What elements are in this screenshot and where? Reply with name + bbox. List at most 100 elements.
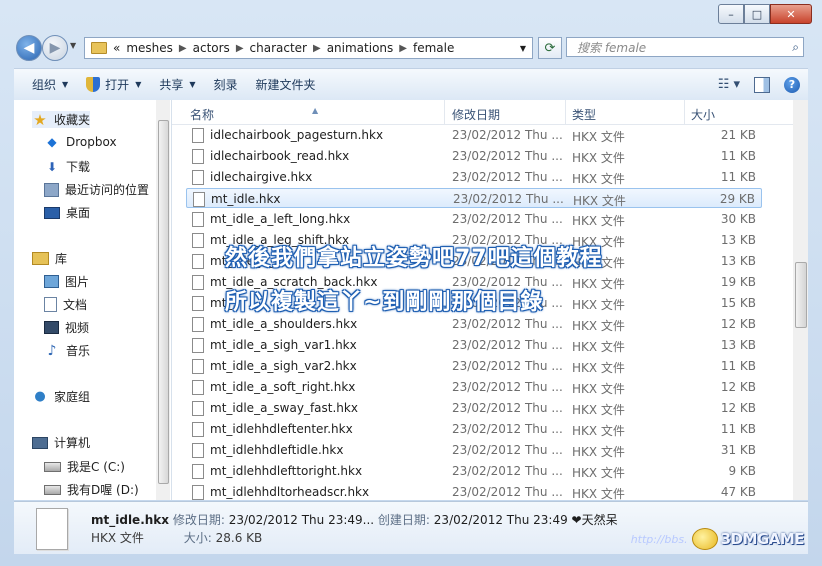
file-row[interactable]: mt_idle_a_sigh_var2.hkx 23/02/2012 Thu ..… xyxy=(186,356,762,376)
breadcrumb-actors[interactable]: actors xyxy=(193,41,230,55)
nav-libraries[interactable]: 库 xyxy=(32,250,67,267)
breadcrumb-character[interactable]: character xyxy=(250,41,307,55)
drive-icon xyxy=(44,461,61,472)
file-row[interactable]: idlechairgive.hkx 23/02/2012 Thu ... HKX 文… xyxy=(186,167,762,187)
file-type: HKX 文件 xyxy=(572,172,625,186)
breadcrumb-female[interactable]: female xyxy=(413,41,454,55)
maximize-button[interactable]: □ xyxy=(744,4,770,24)
address-bar[interactable]: « meshes ▶ actors ▶ character ▶ animatio… xyxy=(84,37,533,59)
file-row[interactable]: mt_idle_a_left_long.hkx 23/02/2012 Thu ..… xyxy=(186,209,762,229)
nav-homegroup[interactable]: ● 家庭组 xyxy=(32,388,90,405)
file-row[interactable]: mt_idlehhdltorheadscr.hkx 23/02/2012 Thu … xyxy=(186,482,762,502)
file-row[interactable]: mt_idlehhdleftidle.hkx 23/02/2012 Thu ...… xyxy=(186,440,762,460)
column-headers: ▲ 名称 修改日期 类型 大小 xyxy=(172,100,808,125)
column-header-size[interactable]: 大小 xyxy=(691,106,715,123)
file-row[interactable]: idlechairbook_read.hkx 23/02/2012 Thu ...… xyxy=(186,146,762,166)
file-row[interactable]: mt_idle_a_sigh_var1.hkx 23/02/2012 Thu ..… xyxy=(186,335,762,355)
open-button[interactable]: 打开 ▼ xyxy=(86,76,141,93)
nav-downloads[interactable]: ⬇ 下载 xyxy=(44,158,90,175)
minimize-button[interactable]: – xyxy=(718,4,744,24)
pictures-icon xyxy=(44,275,59,288)
search-input[interactable]: 搜索 female ⌕ xyxy=(566,37,804,57)
nav-desktop[interactable]: 桌面 xyxy=(44,204,90,221)
file-date: 23/02/2012 Thu ... xyxy=(452,485,563,499)
details-size-value: 28.6 KB xyxy=(215,531,263,545)
column-divider[interactable] xyxy=(444,100,445,124)
file-size: 15 KB xyxy=(720,296,756,310)
watermark-url: http://bbs. xyxy=(630,532,688,546)
file-row[interactable]: mt_idle_a_shoulders.hkx 23/02/2012 Thu ..… xyxy=(186,314,762,334)
breadcrumb-meshes[interactable]: meshes xyxy=(126,41,173,55)
file-type: HKX 文件 xyxy=(573,194,626,208)
file-size: 12 KB xyxy=(720,380,756,394)
open-with-icon xyxy=(86,77,101,92)
breadcrumb-overflow[interactable]: « xyxy=(113,41,120,55)
file-date: 23/02/2012 Thu ... xyxy=(452,443,563,457)
new-folder-label: 新建文件夹 xyxy=(255,78,316,92)
nav-label: 视频 xyxy=(65,321,90,335)
file-type: HKX 文件 xyxy=(572,466,625,480)
refresh-button[interactable]: ⟳ xyxy=(538,37,562,59)
recent-pages-dropdown-icon[interactable]: ▼ xyxy=(70,41,76,50)
details-modified-value: 23/02/2012 Thu 23:49... xyxy=(228,513,375,527)
nav-label: 图片 xyxy=(65,275,90,289)
new-folder-button[interactable]: 新建文件夹 xyxy=(256,76,316,93)
nav-drive-c[interactable]: 我是C (C:) xyxy=(44,458,125,475)
file-name: mt_idle.hkx xyxy=(211,192,281,206)
search-icon[interactable]: ⌕ xyxy=(792,40,799,55)
file-row[interactable]: mt_idlehhdleftenter.hkx 23/02/2012 Thu ..… xyxy=(186,419,762,439)
file-type: HKX 文件 xyxy=(572,130,625,144)
nav-recent-places[interactable]: 最近访问的位置 xyxy=(44,181,149,198)
nav-scrollbar-thumb[interactable] xyxy=(158,120,169,484)
nav-scrollbar[interactable] xyxy=(156,100,170,500)
file-date: 23/02/2012 Thu ... xyxy=(452,422,563,436)
column-header-type[interactable]: 类型 xyxy=(572,106,596,123)
nav-pictures[interactable]: 图片 xyxy=(44,273,89,290)
file-type: HKX 文件 xyxy=(572,340,625,354)
file-date: 23/02/2012 Thu ... xyxy=(452,128,563,142)
desktop-icon xyxy=(44,206,60,219)
file-icon xyxy=(192,149,204,164)
column-divider[interactable] xyxy=(684,100,685,124)
nav-documents[interactable]: 文档 xyxy=(44,296,87,313)
breadcrumb-separator-icon[interactable]: ▶ xyxy=(399,43,407,54)
column-header-name[interactable]: 名称 xyxy=(190,106,214,123)
file-row[interactable]: mt_idlehhdlefttoright.hkx 23/02/2012 Thu … xyxy=(186,461,762,481)
close-button[interactable]: ✕ xyxy=(770,4,812,24)
file-name: mt_idlehhdltorheadscr.hkx xyxy=(210,485,370,499)
file-icon xyxy=(192,380,204,395)
column-header-date[interactable]: 修改日期 xyxy=(452,106,500,123)
back-button[interactable]: ◀ xyxy=(16,35,42,61)
burn-button[interactable]: 刻录 xyxy=(214,76,238,93)
nav-label: 库 xyxy=(55,252,68,266)
preview-pane-icon[interactable] xyxy=(754,76,770,93)
nav-music[interactable]: ♪ 音乐 xyxy=(44,342,90,359)
nav-videos[interactable]: 视频 xyxy=(44,319,89,336)
organize-button[interactable]: 组织 ▼ xyxy=(32,76,68,93)
nav-favorites[interactable]: ★ 收藏夹 xyxy=(32,111,91,129)
file-row[interactable]: mt_idle_a_soft_right.hkx 23/02/2012 Thu .… xyxy=(186,377,762,397)
nav-computer[interactable]: 计算机 xyxy=(32,434,90,451)
file-size: 12 KB xyxy=(720,401,756,415)
file-type: HKX 文件 xyxy=(572,361,625,375)
address-dropdown-icon[interactable]: ▼ xyxy=(520,44,526,53)
share-button[interactable]: 共享 ▼ xyxy=(159,76,195,93)
file-size: 9 KB xyxy=(728,464,756,478)
breadcrumb-separator-icon[interactable]: ▶ xyxy=(236,43,244,54)
details-size-label: 大小: xyxy=(183,531,212,545)
breadcrumb-separator-icon[interactable]: ▶ xyxy=(179,43,187,54)
column-divider[interactable] xyxy=(565,100,566,124)
help-icon[interactable]: ? xyxy=(784,76,800,93)
forward-button[interactable]: ▶ xyxy=(42,35,68,61)
breadcrumb-separator-icon[interactable]: ▶ xyxy=(313,43,321,54)
file-name: idlechairgive.hkx xyxy=(210,170,313,184)
nav-drive-d[interactable]: 我有D喔 (D:) xyxy=(44,481,139,498)
file-list-scrollbar-thumb[interactable] xyxy=(795,262,807,328)
file-list-scrollbar[interactable] xyxy=(793,100,808,500)
nav-dropbox[interactable]: ◆ Dropbox xyxy=(44,135,116,149)
file-row[interactable]: mt_idle_a_sway_fast.hkx 23/02/2012 Thu ..… xyxy=(186,398,762,418)
breadcrumb-animations[interactable]: animations xyxy=(327,41,394,55)
file-row[interactable]: idlechairbook_pagesturn.hkx 23/02/2012 Th… xyxy=(186,125,762,145)
view-options-icon[interactable]: ☷ ▾ xyxy=(718,77,740,92)
file-row[interactable]: mt_idle.hkx 23/02/2012 Thu ... HKX 文件 29 KB xyxy=(186,188,762,208)
